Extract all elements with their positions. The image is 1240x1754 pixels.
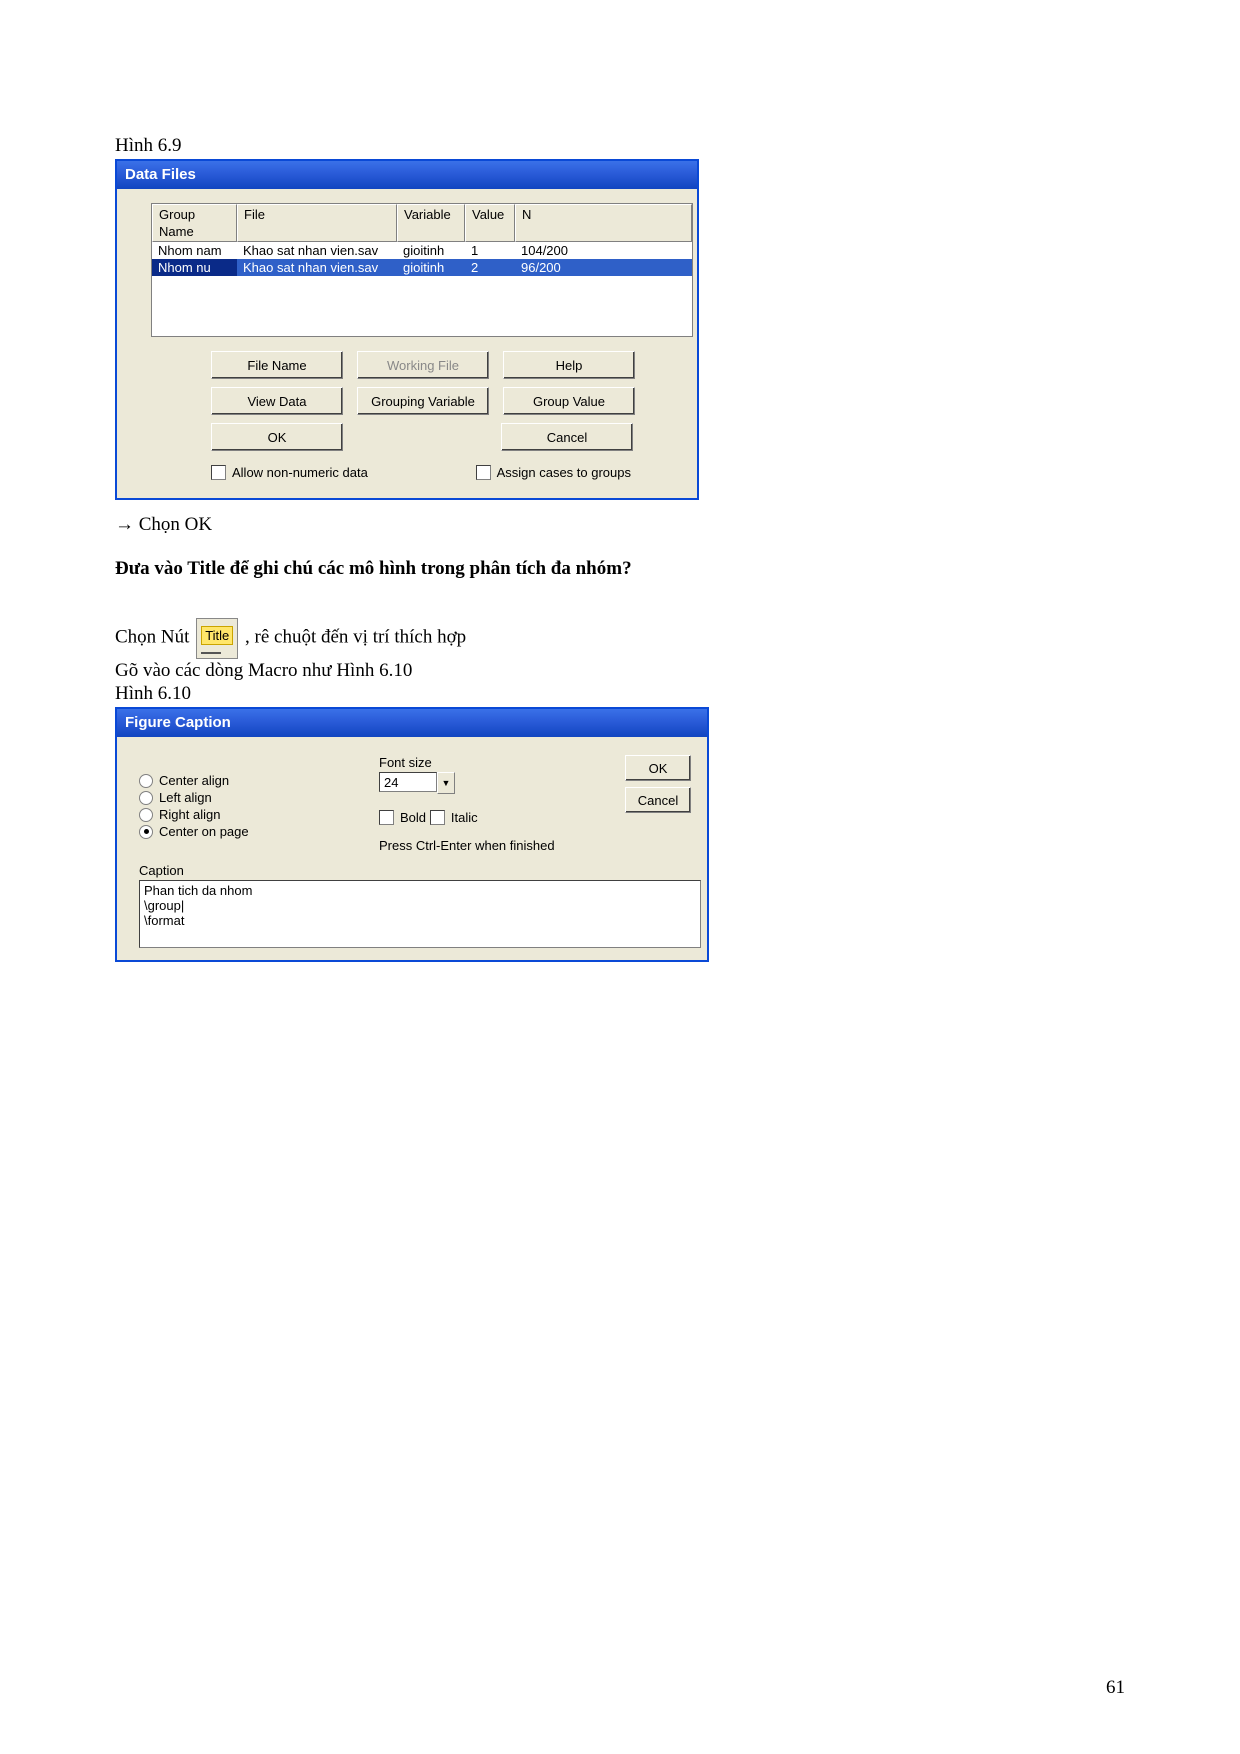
bold-checkbox[interactable]: Bold (379, 810, 426, 825)
table-header: Group Name File Variable Value N (152, 204, 692, 242)
font-size-field[interactable]: 24 (379, 772, 437, 792)
data-files-table: Group Name File Variable Value N Nhom na… (151, 203, 693, 337)
radio-icon (139, 808, 153, 822)
dialog-title: Data Files (117, 161, 697, 189)
help-button[interactable]: Help (503, 351, 635, 379)
radio-icon (139, 791, 153, 805)
table-row[interactable]: Nhom nam Khao sat nhan vien.sav gioitinh… (152, 242, 692, 259)
checkbox-icon (211, 465, 226, 480)
figure-label-2: Hình 6.10 (115, 683, 1125, 705)
radio-icon (139, 825, 153, 839)
grouping-variable-button[interactable]: Grouping Variable (357, 387, 489, 415)
figure-caption-dialog: Figure Caption Center align Left align R… (115, 707, 709, 962)
left-align-radio[interactable]: Left align (139, 790, 379, 805)
center-align-radio[interactable]: Center align (139, 773, 379, 788)
right-align-radio[interactable]: Right align (139, 807, 379, 822)
dialog-title: Figure Caption (117, 709, 707, 737)
view-data-button[interactable]: View Data (211, 387, 343, 415)
checkbox-icon (379, 810, 394, 825)
checkbox-icon (430, 810, 445, 825)
group-value-button[interactable]: Group Value (503, 387, 635, 415)
hint-text: Press Ctrl-Enter when finished (379, 838, 579, 853)
col-header-file[interactable]: File (237, 204, 397, 242)
italic-checkbox[interactable]: Italic (430, 810, 478, 825)
assign-cases-checkbox[interactable]: Assign cases to groups (476, 465, 631, 480)
body-paragraph: Chọn Nút Title , rê chuột đến vị trí thí… (115, 618, 1125, 683)
ok-button[interactable]: OK (625, 755, 691, 781)
col-header-group[interactable]: Group Name (152, 204, 237, 242)
figure-label-1: Hình 6.9 (115, 135, 1125, 157)
title-tool-icon: Title (196, 618, 238, 659)
instruction-arrow-line: → Chọn OK (115, 514, 1125, 536)
file-name-button[interactable]: File Name (211, 351, 343, 379)
dropdown-arrow-icon[interactable]: ▼ (437, 772, 455, 794)
col-header-variable[interactable]: Variable (397, 204, 465, 242)
cancel-button[interactable]: Cancel (501, 423, 633, 451)
col-header-value[interactable]: Value (465, 204, 515, 242)
col-header-n[interactable]: N (515, 204, 692, 242)
checkbox-icon (476, 465, 491, 480)
cancel-button[interactable]: Cancel (625, 787, 691, 813)
allow-non-numeric-checkbox[interactable]: Allow non-numeric data (211, 465, 368, 480)
caption-label: Caption (139, 863, 691, 878)
font-size-label: Font size (379, 755, 579, 770)
page-number: 61 (1106, 1677, 1125, 1699)
radio-icon (139, 774, 153, 788)
data-files-dialog: Data Files Group Name File Variable Valu… (115, 159, 699, 500)
question-heading: Đưa vào Title để ghi chú các mô hình tro… (115, 558, 1125, 580)
caption-textarea[interactable]: Phan tich da nhom \group| \format (139, 880, 701, 948)
table-row[interactable]: Nhom nu Khao sat nhan vien.sav gioitinh … (152, 259, 692, 276)
working-file-button[interactable]: Working File (357, 351, 489, 379)
center-on-page-radio[interactable]: Center on page (139, 824, 379, 839)
ok-button[interactable]: OK (211, 423, 343, 451)
